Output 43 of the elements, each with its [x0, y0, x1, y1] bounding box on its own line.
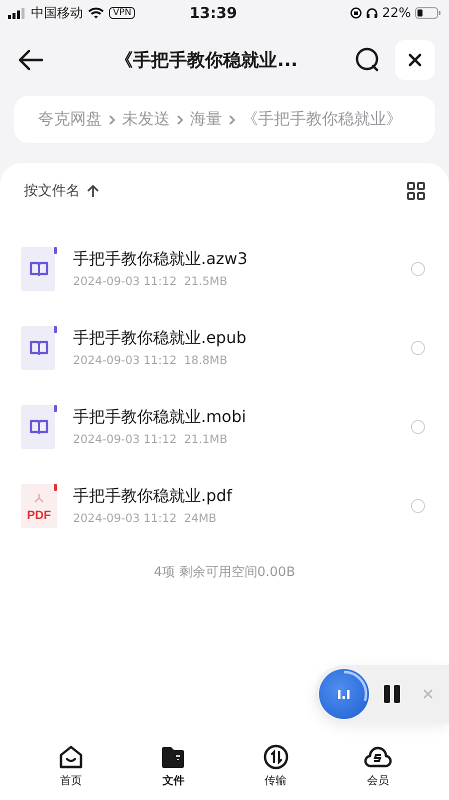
storage-summary: 4项 剩余可用空间0.00B	[152, 564, 296, 581]
transfer-icon	[262, 744, 289, 770]
chevron-icon	[109, 114, 115, 124]
tab-item[interactable]: 会员	[348, 744, 408, 792]
file-meta: 2024-09-03 11:12 24MB	[73, 511, 218, 525]
file-meta: 2024-09-03 11:12 18.8MB	[73, 353, 228, 367]
headphones-icon	[366, 7, 378, 19]
pdf-file-icon: PDF	[21, 484, 57, 528]
file-name[interactable]: 手把手教你稳就业.mobi	[73, 407, 411, 428]
chevron-icon	[229, 114, 235, 124]
book-file-icon	[21, 246, 57, 290]
pause-icon[interactable]	[383, 684, 401, 704]
battery-icon	[415, 7, 441, 19]
tab-item[interactable]: 传输	[246, 744, 306, 792]
search-icon[interactable]	[355, 47, 381, 73]
wifi-icon	[88, 7, 104, 19]
file-name[interactable]: 手把手教你稳就业.azw3	[73, 249, 411, 270]
rotation-lock-icon	[350, 7, 362, 19]
vpn-badge: VPN	[109, 7, 136, 19]
close-icon	[408, 53, 422, 67]
cloud-s-icon	[364, 744, 392, 770]
up-arrow-icon[interactable]	[86, 184, 100, 198]
file-meta: 2024-09-03 11:12 21.1MB	[73, 432, 228, 446]
tab-item[interactable]: 首页	[41, 744, 102, 792]
file-name[interactable]: 手把手教你稳就业.pdf	[73, 486, 411, 507]
close-button[interactable]	[395, 40, 435, 80]
file-name[interactable]: 手把手教你稳就业.epub	[73, 328, 411, 349]
chevron-icon	[177, 114, 183, 124]
battery-percent: 22%	[382, 6, 411, 20]
tab-item[interactable]: 文件	[143, 744, 204, 792]
carrier-name: 中国移动	[31, 5, 83, 22]
book-file-icon	[21, 326, 57, 370]
grid-view-icon[interactable]	[407, 182, 425, 200]
smiling-house-icon	[58, 744, 84, 770]
sort-label[interactable]: 按文件名	[24, 182, 80, 200]
signal-icon	[8, 8, 26, 18]
back-arrow-icon[interactable]	[18, 49, 44, 71]
file-meta: 2024-09-03 11:12 21.5MB	[73, 274, 228, 288]
folder-icon	[160, 744, 186, 770]
audio-bars-icon	[337, 688, 351, 700]
clock-time: 13:39	[189, 4, 238, 22]
page-title: 《手把手教你稳就业...	[114, 49, 299, 72]
book-file-icon	[21, 404, 57, 448]
